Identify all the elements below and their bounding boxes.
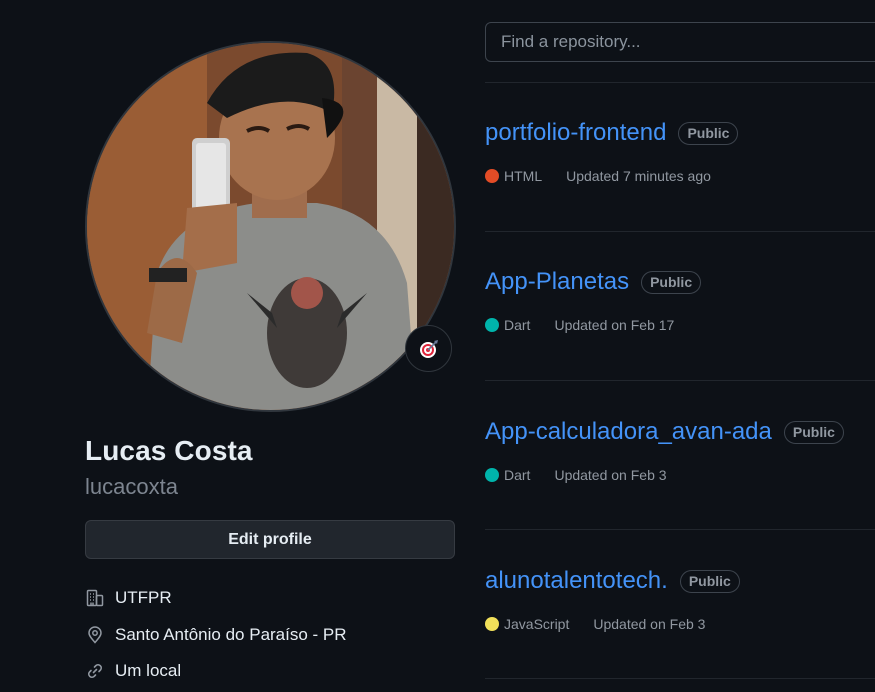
target-icon	[419, 339, 438, 358]
repo-updated: Updated on Feb 3	[593, 616, 706, 632]
repo-list-item: alunotalentotech. Public JavaScript Upda…	[485, 566, 875, 632]
status-emoji-button[interactable]	[405, 325, 452, 372]
avatar-container	[85, 41, 456, 412]
profile-page: Lucas Costa lucacoxta Edit profile UTFPR	[0, 0, 875, 692]
repo-updated: Updated on Feb 3	[554, 467, 667, 483]
repo-list-item: App-Planetas Public Dart Updated on Feb …	[485, 267, 875, 333]
divider	[485, 231, 875, 232]
visibility-badge: Public	[783, 420, 844, 444]
repo-language: Dart	[504, 317, 531, 333]
profile-username: lucacoxta	[85, 474, 178, 499]
repo-language: JavaScript	[504, 616, 570, 632]
avatar[interactable]	[85, 41, 456, 412]
profile-details: UTFPR Santo Antônio do Paraíso - PR Um l…	[85, 586, 347, 692]
repo-link[interactable]: App-calculadora_avan-ada	[485, 418, 772, 446]
divider	[485, 529, 875, 530]
repo-list-item: portfolio-frontend Public HTML Updated 7…	[485, 118, 875, 184]
website-link[interactable]: Um local	[115, 661, 181, 681]
edit-profile-button[interactable]: Edit profile	[85, 520, 455, 559]
repo-language: HTML	[504, 168, 543, 184]
profile-name: Lucas Costa	[85, 435, 253, 466]
language-color-dot	[485, 617, 499, 631]
repo-updated: Updated 7 minutes ago	[566, 168, 711, 184]
repo-link[interactable]: portfolio-frontend	[485, 119, 666, 147]
divider	[485, 380, 875, 381]
repository-search-input[interactable]	[485, 22, 875, 62]
language-color-dot	[485, 468, 499, 482]
language-color-dot	[485, 169, 499, 183]
language-color-dot	[485, 318, 499, 332]
location-text: Santo Antônio do Paraíso - PR	[115, 624, 347, 644]
repo-list-item: App-calculadora_avan-ada Public Dart Upd…	[485, 417, 875, 483]
visibility-badge: Public	[678, 121, 739, 145]
divider	[485, 678, 875, 679]
detail-organization: UTFPR	[85, 586, 347, 610]
avatar-photo	[87, 43, 454, 410]
repo-language: Dart	[504, 467, 531, 483]
visibility-badge: Public	[679, 569, 740, 593]
divider	[485, 82, 875, 83]
visibility-badge: Public	[641, 270, 702, 294]
repo-updated: Updated on Feb 17	[554, 317, 675, 333]
detail-website[interactable]: Um local	[85, 659, 347, 683]
organization-text: UTFPR	[115, 588, 172, 607]
repo-link[interactable]: alunotalentotech.	[485, 567, 668, 595]
detail-location: Santo Antônio do Paraíso - PR	[85, 623, 347, 647]
link-icon	[85, 661, 105, 681]
repo-link[interactable]: App-Planetas	[485, 268, 629, 296]
location-icon	[85, 625, 105, 645]
organization-icon	[85, 588, 105, 608]
